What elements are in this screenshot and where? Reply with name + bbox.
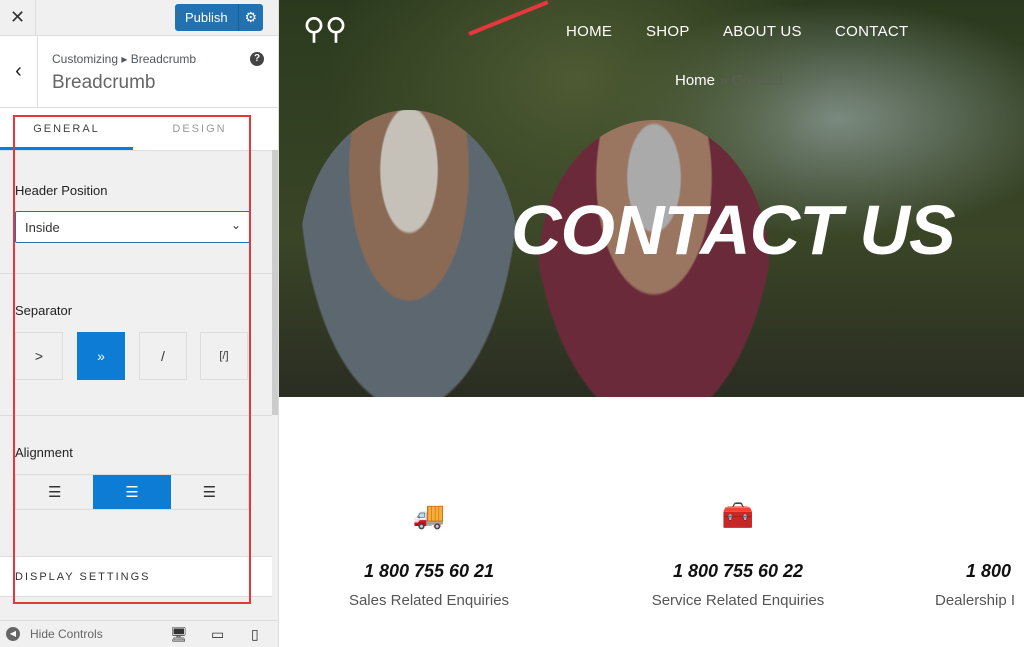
customizer-footer: ◀ Hide Controls 🖥 ▭ ▯ (0, 620, 279, 647)
hide-controls-icon[interactable]: ◀ (6, 627, 20, 641)
gear-icon[interactable]: ⚙ (239, 9, 263, 26)
building-icon (935, 500, 1024, 531)
toolbox-icon: 🧰 (721, 500, 755, 530)
desktop-icon[interactable]: 🖥 (170, 626, 188, 643)
close-icon[interactable]: ✕ (0, 0, 36, 36)
tablet-icon[interactable]: ▭ (211, 626, 224, 643)
publish-button[interactable]: Publish ⚙ (175, 4, 263, 31)
bicycle-logo-icon[interactable]: ⚲⚲ (303, 12, 347, 47)
nav-contact[interactable]: CONTACT (835, 23, 908, 40)
hide-controls-button[interactable]: Hide Controls (30, 627, 103, 641)
customizer-panel: ✕ Publish ⚙ ‹ Customizing ▸ Breadcrumb Bre… (0, 0, 279, 647)
hero-title: CONTACT US (511, 191, 956, 269)
phone: 1 800 755 60 22 (672, 561, 804, 581)
contact-card: 🧰 1 800 755 60 22 Service Related Enquirie… (588, 500, 888, 609)
nav-about-us[interactable]: ABOUT US (723, 23, 802, 40)
site-preview: ⚲⚲ HOME SHOP ABOUT US CONTACT Home » Con… (279, 0, 1024, 647)
nav-shop[interactable]: SHOP (646, 23, 690, 40)
description: Sales Related Enquiries (348, 592, 510, 609)
site-breadcrumb: Home » Contact (675, 72, 783, 89)
breadcrumb: Customizing ▸ Breadcrumb (52, 52, 197, 66)
contact-card: 1 800 Dealership I (935, 500, 1024, 609)
phone: 1 800 755 60 21 (363, 561, 495, 581)
description: Service Related Enquiries (651, 592, 825, 609)
highlight-box (13, 115, 251, 604)
phone: 1 800 (966, 561, 1012, 581)
description: Dealership I (935, 592, 1016, 609)
hero-image (299, 110, 519, 397)
breadcrumb-separator: » (719, 72, 728, 89)
breadcrumb-home[interactable]: Home (675, 72, 715, 89)
contact-card: 🚚 1 800 755 60 21 Sales Related Enquiries (279, 500, 579, 609)
mobile-icon[interactable]: ▯ (251, 626, 259, 643)
back-icon[interactable]: ‹ (0, 36, 38, 107)
breadcrumb-current: Contact (731, 72, 784, 89)
publish-label[interactable]: Publish (175, 4, 239, 31)
scrollbar[interactable] (272, 150, 278, 415)
section-header: ‹ Customizing ▸ Breadcrumb Breadcrumb ? (0, 36, 278, 108)
arrow-annotation (468, 0, 549, 36)
truck-icon: 🚚 (412, 500, 446, 530)
help-icon[interactable]: ? (250, 52, 264, 66)
page-title: Breadcrumb (52, 72, 156, 93)
hero-banner: ⚲⚲ HOME SHOP ABOUT US CONTACT Home » Con… (279, 0, 1024, 397)
nav-home[interactable]: HOME (566, 23, 612, 40)
